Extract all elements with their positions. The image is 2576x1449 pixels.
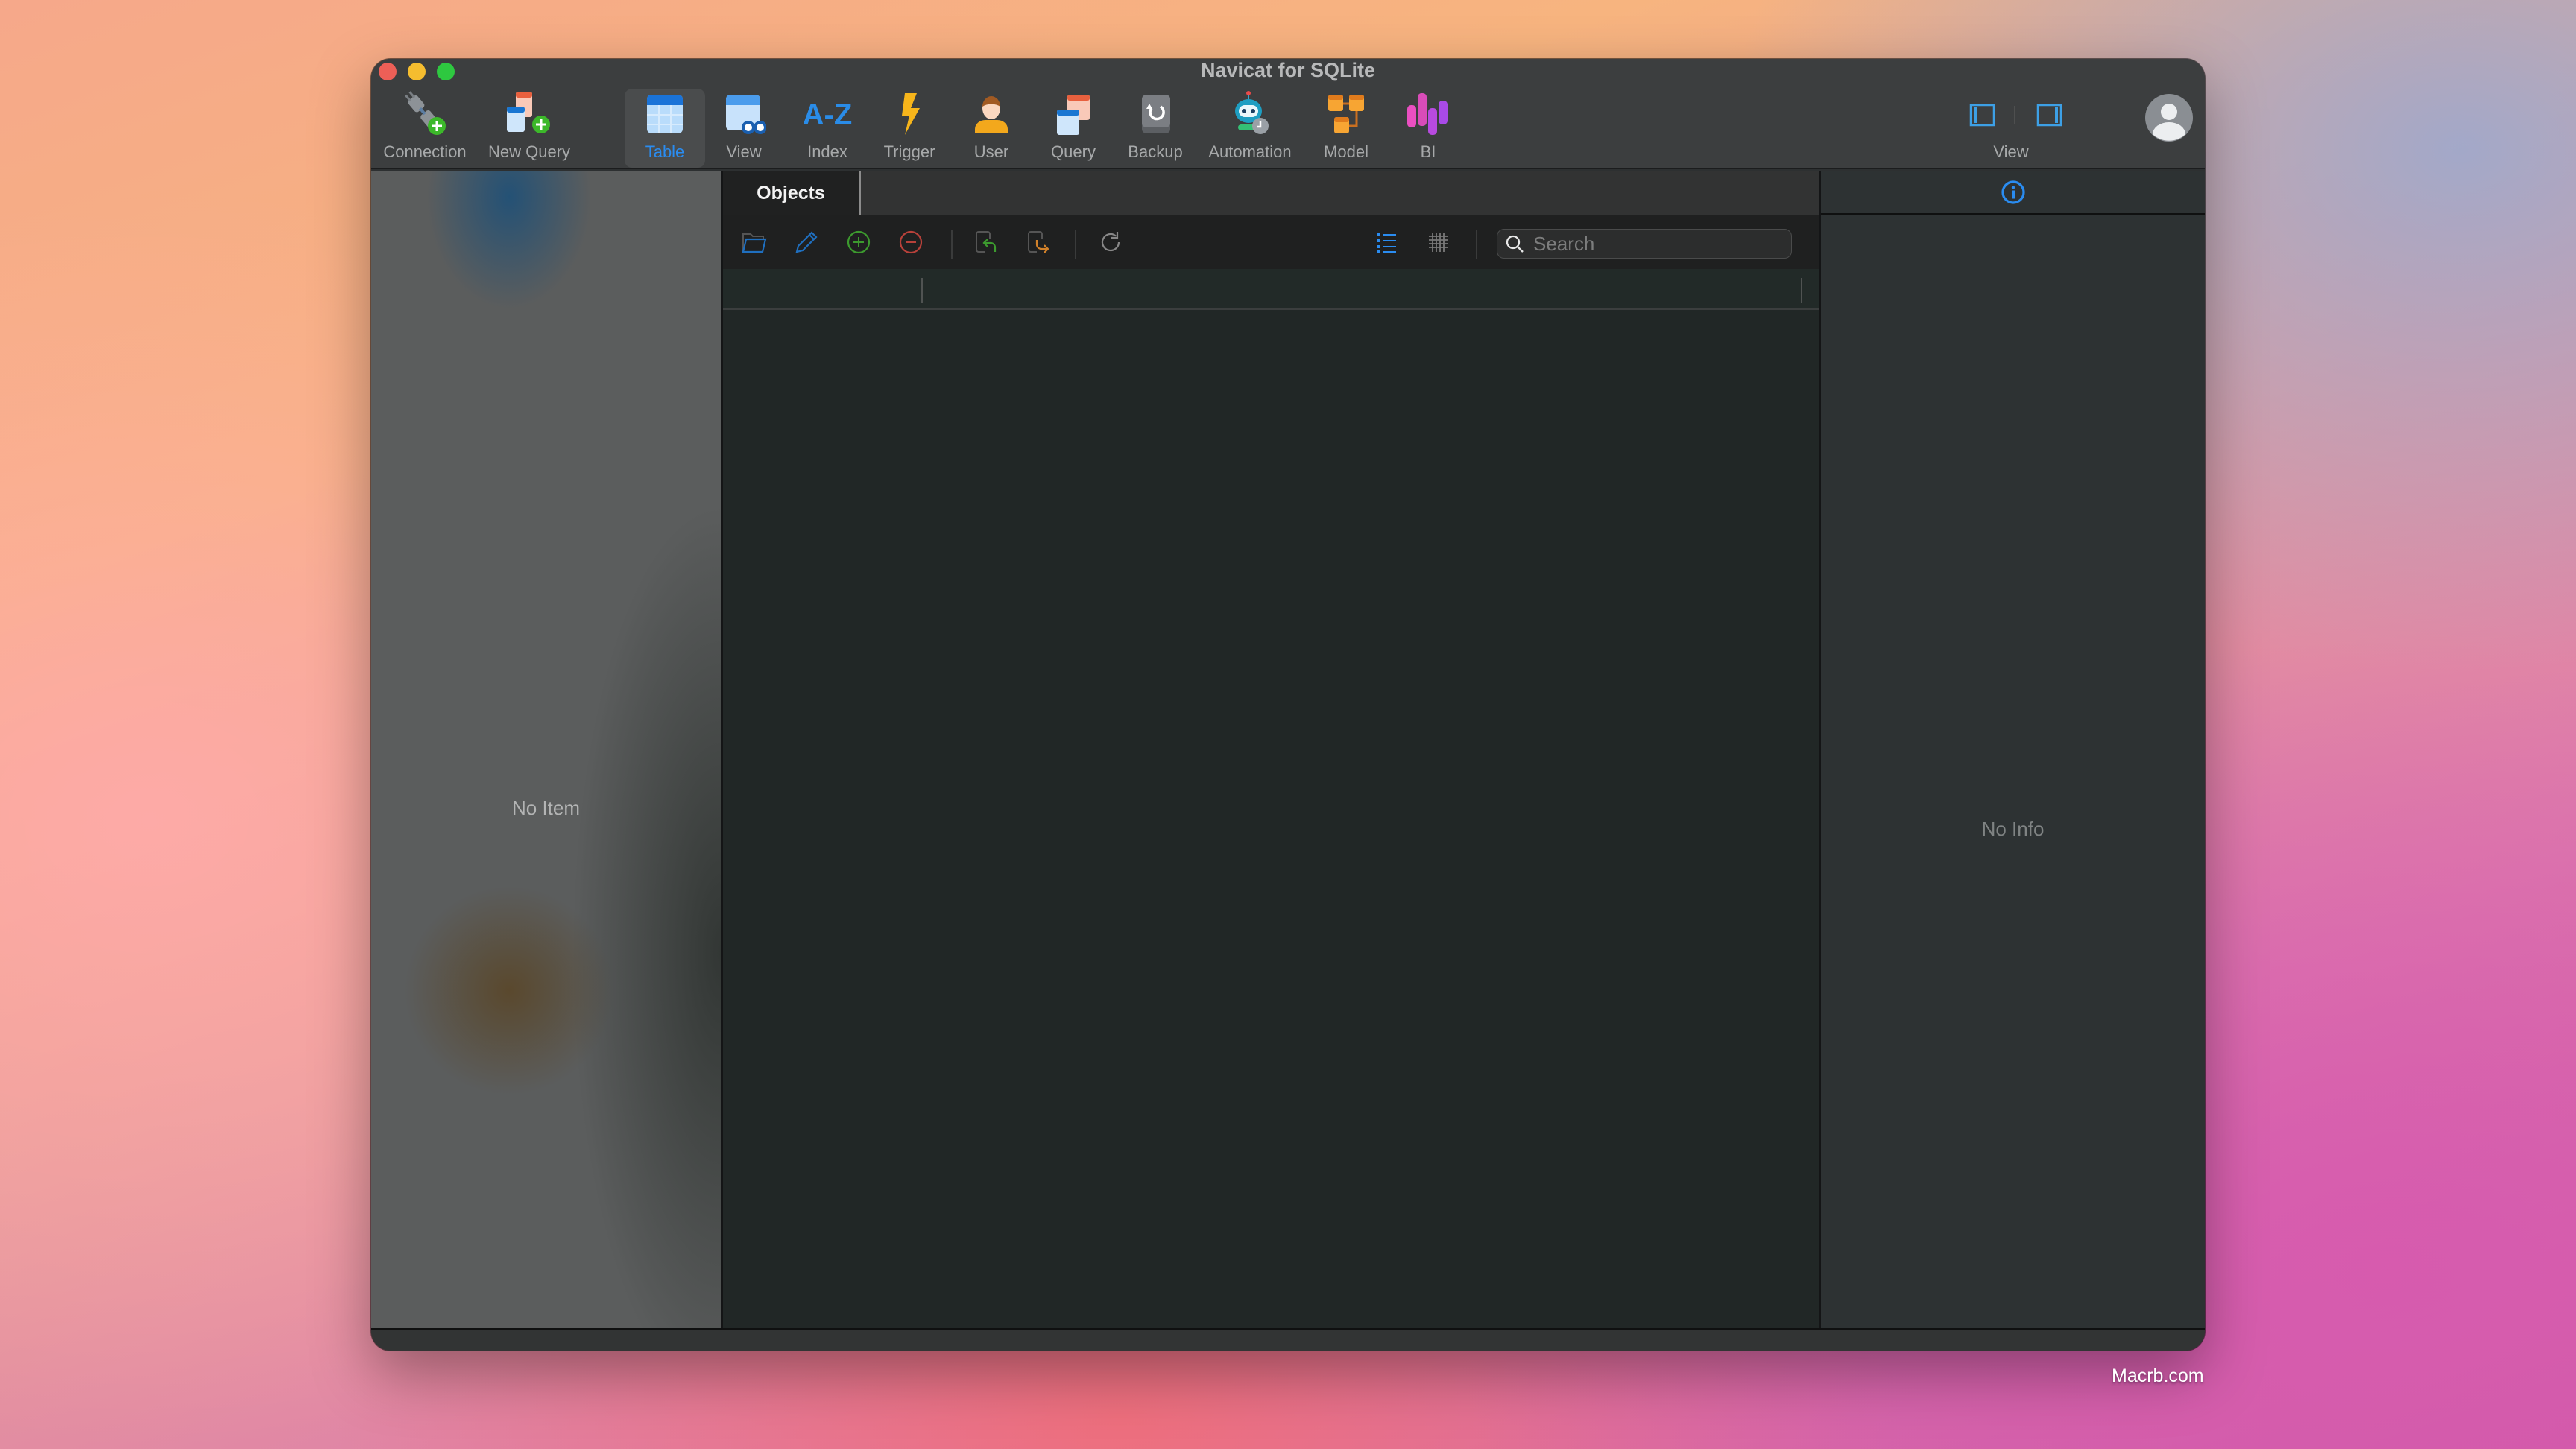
toolbar-bi-button[interactable]: BI (1392, 89, 1464, 168)
toolbar-model-label: Model (1324, 142, 1368, 161)
toolbar-backup-button[interactable]: Backup (1120, 89, 1191, 168)
toolbar-automation-button[interactable]: Automation (1202, 89, 1298, 168)
column-resize-handle[interactable] (1801, 278, 1802, 303)
grid-view-button[interactable] (1424, 227, 1453, 257)
objects-toolbar (723, 215, 1819, 269)
user-icon (965, 89, 1018, 139)
tab-bar: Objects (723, 171, 1819, 215)
view-toggle-svg (1969, 104, 2062, 127)
toolbar-connection-button[interactable]: Connection (379, 89, 471, 168)
toolbar-separator (951, 230, 953, 259)
toolbar-separator (1075, 230, 1076, 259)
account-avatar[interactable] (2145, 94, 2193, 142)
toolbar-index-button[interactable]: A-Z Index (792, 89, 863, 168)
view-toggle-icons (1951, 89, 2071, 139)
import-icon (976, 231, 997, 253)
backup-icon (1128, 89, 1182, 139)
objects-pane: Objects (723, 171, 1819, 1328)
toolbar-user-button[interactable]: User (956, 89, 1027, 168)
sidebar-empty-text: No Item (511, 797, 581, 819)
design-object-button[interactable] (792, 227, 821, 257)
window-title: Navicat for SQLite (1200, 59, 1376, 81)
delete-object-button[interactable] (896, 227, 926, 257)
info-panel-header (1821, 171, 2205, 215)
objects-column-header (723, 269, 1819, 310)
toolbar-index-label: Index (807, 142, 847, 161)
toolbar-automation-label: Automation (1208, 142, 1292, 161)
connection-sidebar: No Item (371, 171, 723, 1351)
objects-search-input[interactable] (1533, 232, 1697, 256)
table-icon (638, 89, 692, 139)
svg-text:A-Z: A-Z (803, 98, 853, 131)
bi-icon (1401, 89, 1455, 139)
open-folder-icon (742, 233, 767, 253)
toolbar-view-button[interactable]: View (708, 89, 780, 168)
view-icon (717, 89, 771, 139)
tab-objects[interactable]: Objects (723, 171, 861, 215)
toolbar-new-query-button[interactable]: New Query (483, 89, 575, 168)
toolbar-trigger-label: Trigger (883, 142, 935, 161)
toggle-right-panel-icon[interactable] (2036, 104, 2062, 127)
toolbar-table-label: Table (645, 142, 685, 161)
new-query-icon (502, 89, 556, 139)
toggle-left-sidebar-icon[interactable] (1969, 104, 1995, 127)
toolbar-separator (1476, 230, 1477, 259)
pencil-icon (795, 231, 818, 253)
export-icon (1028, 231, 1049, 253)
toolbar-model-button[interactable]: Model (1310, 89, 1382, 168)
toolbar: Navicat for SQLite Connection New Query … (371, 59, 2205, 169)
connection-plug-icon (398, 89, 452, 139)
automation-robot-icon (1223, 89, 1277, 139)
toolbar-query-label: Query (1051, 142, 1096, 161)
toolbar-user-label: User (973, 142, 1009, 161)
app-window: Navicat for SQLite Connection New Query … (371, 59, 2205, 1351)
view-toggle-group: View (1951, 89, 2071, 168)
refresh-button[interactable] (1096, 227, 1126, 257)
import-button[interactable] (972, 227, 1002, 257)
objects-search-field[interactable] (1497, 229, 1792, 259)
toolbar-trigger-button[interactable]: Trigger (874, 89, 945, 168)
open-object-button[interactable] (739, 227, 769, 257)
toolbar-new-query-label: New Query (487, 142, 571, 161)
search-icon (1506, 235, 1524, 253)
toolbar-backup-label: Backup (1128, 142, 1183, 161)
status-bar (371, 1328, 2205, 1351)
list-view-icon (1377, 233, 1396, 253)
index-az-icon: A-Z (801, 89, 854, 139)
toolbar-connection-label: Connection (383, 142, 467, 161)
view-toggle-label: View (1993, 142, 2029, 161)
toolbar-bi-label: BI (1420, 142, 1436, 161)
avatar-icon (2145, 94, 2193, 142)
info-icon[interactable] (2001, 180, 2026, 205)
watermark: Macrb.com (2112, 1366, 2204, 1386)
toolbar-view-label: View (726, 142, 762, 161)
info-empty-text: No Info (1981, 818, 2045, 840)
model-icon (1319, 89, 1373, 139)
list-view-button[interactable] (1371, 227, 1401, 257)
grid-view-icon (1429, 233, 1448, 252)
toolbar-query-button[interactable]: Query (1038, 89, 1109, 168)
query-icon (1046, 89, 1100, 139)
new-object-button[interactable] (844, 227, 874, 257)
trigger-bolt-icon (883, 89, 936, 139)
toolbar-table-button[interactable]: Table (625, 89, 705, 168)
info-panel: No Info (1819, 171, 2205, 1328)
add-circle-icon (847, 230, 871, 254)
remove-circle-icon (899, 230, 923, 254)
export-button[interactable] (1024, 227, 1054, 257)
column-resize-handle[interactable] (921, 278, 923, 303)
refresh-icon (1101, 232, 1120, 252)
